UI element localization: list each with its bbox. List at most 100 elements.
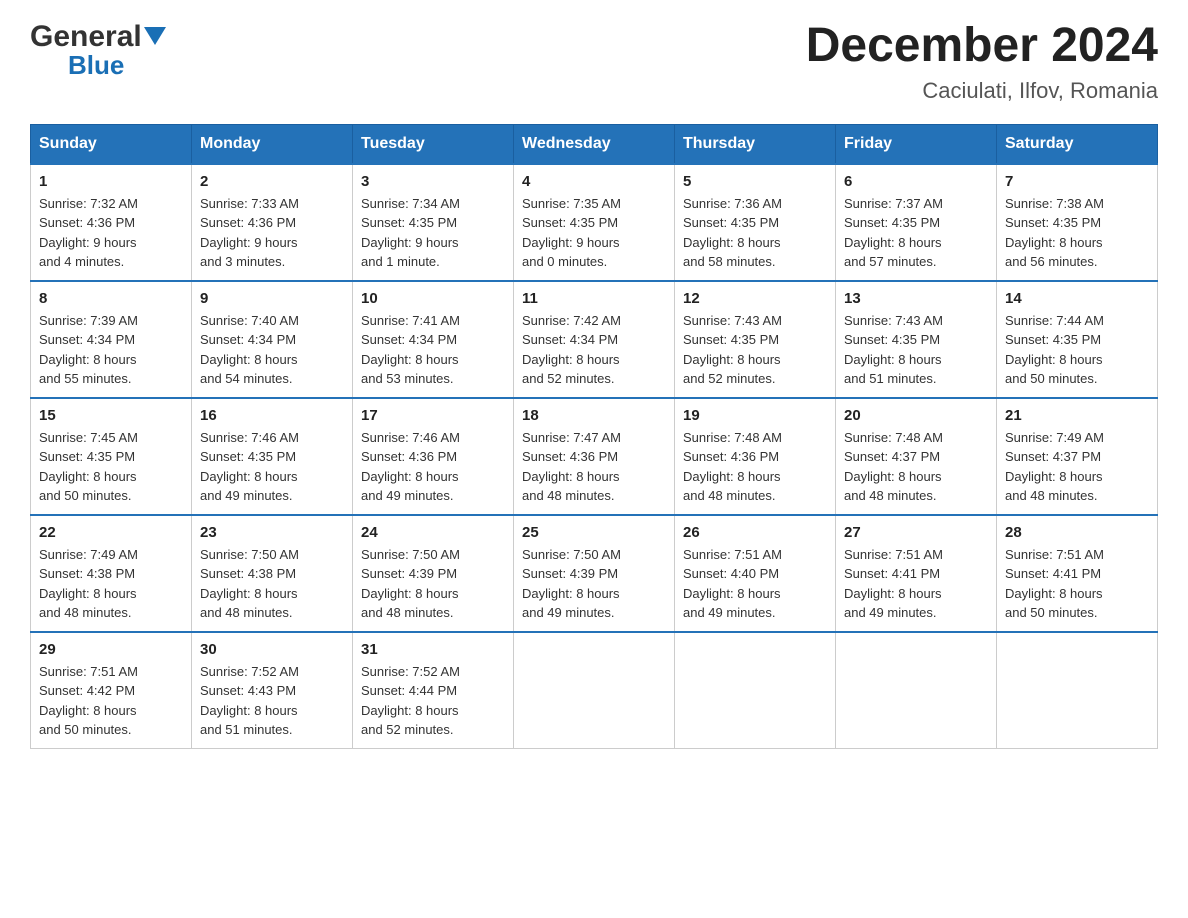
- day-info: Sunrise: 7:43 AM Sunset: 4:35 PM Dayligh…: [844, 311, 988, 389]
- day-info: Sunrise: 7:46 AM Sunset: 4:35 PM Dayligh…: [200, 428, 344, 506]
- day-info: Sunrise: 7:47 AM Sunset: 4:36 PM Dayligh…: [522, 428, 666, 506]
- day-info: Sunrise: 7:40 AM Sunset: 4:34 PM Dayligh…: [200, 311, 344, 389]
- day-info: Sunrise: 7:42 AM Sunset: 4:34 PM Dayligh…: [522, 311, 666, 389]
- calendar-cell: 11 Sunrise: 7:42 AM Sunset: 4:34 PM Dayl…: [514, 281, 675, 398]
- logo-arrow-icon: [144, 27, 166, 50]
- day-number: 25: [522, 524, 666, 541]
- day-info: Sunrise: 7:48 AM Sunset: 4:37 PM Dayligh…: [844, 428, 988, 506]
- day-info: Sunrise: 7:50 AM Sunset: 4:39 PM Dayligh…: [361, 545, 505, 623]
- day-info: Sunrise: 7:37 AM Sunset: 4:35 PM Dayligh…: [844, 194, 988, 272]
- day-info: Sunrise: 7:52 AM Sunset: 4:43 PM Dayligh…: [200, 662, 344, 740]
- calendar-cell: 15 Sunrise: 7:45 AM Sunset: 4:35 PM Dayl…: [31, 398, 192, 515]
- calendar-cell: 4 Sunrise: 7:35 AM Sunset: 4:35 PM Dayli…: [514, 164, 675, 281]
- calendar-cell: [675, 632, 836, 749]
- day-number: 17: [361, 407, 505, 424]
- calendar-cell: 10 Sunrise: 7:41 AM Sunset: 4:34 PM Dayl…: [353, 281, 514, 398]
- calendar-title: December 2024: [806, 20, 1158, 73]
- day-number: 20: [844, 407, 988, 424]
- day-number: 4: [522, 173, 666, 190]
- day-number: 29: [39, 641, 183, 658]
- calendar-cell: 13 Sunrise: 7:43 AM Sunset: 4:35 PM Dayl…: [836, 281, 997, 398]
- calendar-cell: 6 Sunrise: 7:37 AM Sunset: 4:35 PM Dayli…: [836, 164, 997, 281]
- day-number: 7: [1005, 173, 1149, 190]
- logo-general-text: General: [30, 20, 142, 54]
- calendar-cell: 5 Sunrise: 7:36 AM Sunset: 4:35 PM Dayli…: [675, 164, 836, 281]
- day-number: 11: [522, 290, 666, 307]
- logo: General Blue: [30, 20, 166, 81]
- calendar-week-4: 22 Sunrise: 7:49 AM Sunset: 4:38 PM Dayl…: [31, 515, 1158, 632]
- calendar-cell: 31 Sunrise: 7:52 AM Sunset: 4:44 PM Dayl…: [353, 632, 514, 749]
- day-info: Sunrise: 7:34 AM Sunset: 4:35 PM Dayligh…: [361, 194, 505, 272]
- calendar-table: Sunday Monday Tuesday Wednesday Thursday…: [30, 124, 1158, 749]
- day-number: 8: [39, 290, 183, 307]
- calendar-cell: 19 Sunrise: 7:48 AM Sunset: 4:36 PM Dayl…: [675, 398, 836, 515]
- day-info: Sunrise: 7:49 AM Sunset: 4:37 PM Dayligh…: [1005, 428, 1149, 506]
- calendar-cell: [997, 632, 1158, 749]
- calendar-week-3: 15 Sunrise: 7:45 AM Sunset: 4:35 PM Dayl…: [31, 398, 1158, 515]
- calendar-cell: 9 Sunrise: 7:40 AM Sunset: 4:34 PM Dayli…: [192, 281, 353, 398]
- calendar-cell: 28 Sunrise: 7:51 AM Sunset: 4:41 PM Dayl…: [997, 515, 1158, 632]
- day-number: 18: [522, 407, 666, 424]
- calendar-cell: 8 Sunrise: 7:39 AM Sunset: 4:34 PM Dayli…: [31, 281, 192, 398]
- day-info: Sunrise: 7:49 AM Sunset: 4:38 PM Dayligh…: [39, 545, 183, 623]
- day-number: 30: [200, 641, 344, 658]
- day-info: Sunrise: 7:44 AM Sunset: 4:35 PM Dayligh…: [1005, 311, 1149, 389]
- header-tuesday: Tuesday: [353, 124, 514, 164]
- day-info: Sunrise: 7:50 AM Sunset: 4:39 PM Dayligh…: [522, 545, 666, 623]
- calendar-header-row: Sunday Monday Tuesday Wednesday Thursday…: [31, 124, 1158, 164]
- day-number: 22: [39, 524, 183, 541]
- calendar-cell: 17 Sunrise: 7:46 AM Sunset: 4:36 PM Dayl…: [353, 398, 514, 515]
- day-number: 9: [200, 290, 344, 307]
- calendar-cell: [514, 632, 675, 749]
- day-number: 6: [844, 173, 988, 190]
- day-info: Sunrise: 7:51 AM Sunset: 4:41 PM Dayligh…: [1005, 545, 1149, 623]
- title-block: December 2024 Caciulati, Ilfov, Romania: [806, 20, 1158, 104]
- day-number: 2: [200, 173, 344, 190]
- calendar-cell: 26 Sunrise: 7:51 AM Sunset: 4:40 PM Dayl…: [675, 515, 836, 632]
- header-sunday: Sunday: [31, 124, 192, 164]
- day-info: Sunrise: 7:48 AM Sunset: 4:36 PM Dayligh…: [683, 428, 827, 506]
- calendar-week-2: 8 Sunrise: 7:39 AM Sunset: 4:34 PM Dayli…: [31, 281, 1158, 398]
- day-info: Sunrise: 7:39 AM Sunset: 4:34 PM Dayligh…: [39, 311, 183, 389]
- calendar-week-1: 1 Sunrise: 7:32 AM Sunset: 4:36 PM Dayli…: [31, 164, 1158, 281]
- calendar-cell: 2 Sunrise: 7:33 AM Sunset: 4:36 PM Dayli…: [192, 164, 353, 281]
- day-info: Sunrise: 7:52 AM Sunset: 4:44 PM Dayligh…: [361, 662, 505, 740]
- day-info: Sunrise: 7:46 AM Sunset: 4:36 PM Dayligh…: [361, 428, 505, 506]
- header-thursday: Thursday: [675, 124, 836, 164]
- calendar-location: Caciulati, Ilfov, Romania: [806, 78, 1158, 104]
- calendar-cell: 20 Sunrise: 7:48 AM Sunset: 4:37 PM Dayl…: [836, 398, 997, 515]
- day-info: Sunrise: 7:32 AM Sunset: 4:36 PM Dayligh…: [39, 194, 183, 272]
- calendar-cell: [836, 632, 997, 749]
- calendar-cell: 1 Sunrise: 7:32 AM Sunset: 4:36 PM Dayli…: [31, 164, 192, 281]
- calendar-cell: 22 Sunrise: 7:49 AM Sunset: 4:38 PM Dayl…: [31, 515, 192, 632]
- calendar-week-5: 29 Sunrise: 7:51 AM Sunset: 4:42 PM Dayl…: [31, 632, 1158, 749]
- calendar-cell: 25 Sunrise: 7:50 AM Sunset: 4:39 PM Dayl…: [514, 515, 675, 632]
- day-info: Sunrise: 7:51 AM Sunset: 4:40 PM Dayligh…: [683, 545, 827, 623]
- day-number: 5: [683, 173, 827, 190]
- header-monday: Monday: [192, 124, 353, 164]
- day-number: 24: [361, 524, 505, 541]
- day-info: Sunrise: 7:33 AM Sunset: 4:36 PM Dayligh…: [200, 194, 344, 272]
- calendar-cell: 29 Sunrise: 7:51 AM Sunset: 4:42 PM Dayl…: [31, 632, 192, 749]
- calendar-cell: 14 Sunrise: 7:44 AM Sunset: 4:35 PM Dayl…: [997, 281, 1158, 398]
- calendar-cell: 27 Sunrise: 7:51 AM Sunset: 4:41 PM Dayl…: [836, 515, 997, 632]
- day-info: Sunrise: 7:51 AM Sunset: 4:42 PM Dayligh…: [39, 662, 183, 740]
- calendar-cell: 16 Sunrise: 7:46 AM Sunset: 4:35 PM Dayl…: [192, 398, 353, 515]
- day-number: 14: [1005, 290, 1149, 307]
- calendar-cell: 3 Sunrise: 7:34 AM Sunset: 4:35 PM Dayli…: [353, 164, 514, 281]
- day-info: Sunrise: 7:36 AM Sunset: 4:35 PM Dayligh…: [683, 194, 827, 272]
- day-number: 26: [683, 524, 827, 541]
- day-info: Sunrise: 7:50 AM Sunset: 4:38 PM Dayligh…: [200, 545, 344, 623]
- day-number: 12: [683, 290, 827, 307]
- day-info: Sunrise: 7:38 AM Sunset: 4:35 PM Dayligh…: [1005, 194, 1149, 272]
- day-info: Sunrise: 7:35 AM Sunset: 4:35 PM Dayligh…: [522, 194, 666, 272]
- day-number: 23: [200, 524, 344, 541]
- calendar-cell: 24 Sunrise: 7:50 AM Sunset: 4:39 PM Dayl…: [353, 515, 514, 632]
- calendar-cell: 12 Sunrise: 7:43 AM Sunset: 4:35 PM Dayl…: [675, 281, 836, 398]
- header-friday: Friday: [836, 124, 997, 164]
- day-number: 1: [39, 173, 183, 190]
- calendar-cell: 7 Sunrise: 7:38 AM Sunset: 4:35 PM Dayli…: [997, 164, 1158, 281]
- day-number: 27: [844, 524, 988, 541]
- day-info: Sunrise: 7:45 AM Sunset: 4:35 PM Dayligh…: [39, 428, 183, 506]
- day-number: 15: [39, 407, 183, 424]
